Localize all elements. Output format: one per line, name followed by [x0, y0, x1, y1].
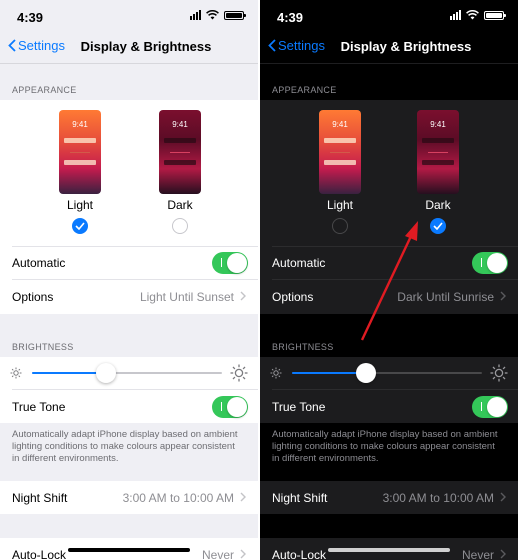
checkmark-icon	[433, 222, 443, 230]
light-unselected-circle[interactable]	[332, 218, 348, 234]
page-title: Display & Brightness	[80, 39, 212, 54]
section-header-brightness: BRIGHTNESS	[272, 342, 334, 352]
automatic-row: Automatic	[0, 246, 258, 279]
chevron-right-icon	[500, 492, 506, 502]
appearance-option-light[interactable]: 9:41 Light	[308, 110, 372, 234]
chevron-right-icon	[240, 549, 246, 559]
options-value: Light Until Sunset	[139, 290, 234, 304]
status-time: 4:39	[17, 10, 44, 25]
brightness-thumb[interactable]	[96, 363, 117, 383]
sun-small-icon	[10, 367, 22, 379]
brightness-fill	[292, 372, 367, 374]
automatic-row: Automatic	[260, 246, 518, 279]
appearance-options: 9:41 Light 9:41 Dark	[0, 100, 258, 246]
section-header-brightness: BRIGHTNESS	[12, 342, 74, 352]
auto-lock-label: Auto-Lock	[272, 548, 327, 560]
options-value: Dark Until Sunrise	[397, 290, 494, 304]
cellular-signal-icon	[450, 10, 461, 20]
auto-lock-value: Never	[461, 548, 494, 560]
section-header-appearance: APPEARANCE	[12, 85, 77, 95]
brightness-thumb[interactable]	[356, 363, 377, 383]
light-mode-preview: 9:41	[59, 110, 101, 194]
section-header-appearance: APPEARANCE	[272, 85, 337, 95]
appearance-label-dark: Dark	[425, 198, 451, 212]
battery-icon	[484, 10, 506, 20]
options-row[interactable]: Options Dark Until Sunrise	[260, 280, 518, 313]
appearance-group: 9:41 Light 9:41 Dark	[260, 100, 518, 314]
dark-mode-panel: 4:39 Settings Display & Brightness APPEA…	[260, 0, 518, 560]
options-row[interactable]: Options Light Until Sunset	[0, 280, 258, 313]
page-title: Display & Brightness	[340, 39, 472, 54]
navigation-bar: Settings Display & Brightness	[260, 30, 518, 64]
chevron-right-icon	[240, 492, 246, 502]
true-tone-footnote: Automatically adapt iPhone display based…	[12, 429, 238, 464]
auto-lock-label: Auto-Lock	[12, 548, 67, 560]
night-shift-group: Night Shift 3:00 AM to 10:00 AM	[260, 481, 518, 514]
chevron-right-icon	[500, 291, 506, 301]
night-shift-value: 3:00 AM to 10:00 AM	[122, 491, 234, 505]
appearance-option-dark[interactable]: 9:41 Dark	[406, 110, 470, 234]
night-shift-row[interactable]: Night Shift 3:00 AM to 10:00 AM	[0, 481, 258, 514]
checkmark-icon	[75, 222, 85, 230]
night-shift-label: Night Shift	[272, 491, 328, 505]
chevron-right-icon	[240, 291, 246, 301]
comparison-screenshot: 4:39 Settings Display & Brightness APPEA…	[0, 0, 519, 560]
chevron-right-icon	[500, 549, 506, 559]
true-tone-row: True Tone	[260, 390, 518, 423]
true-tone-label: True Tone	[272, 400, 326, 414]
status-time: 4:39	[277, 10, 304, 25]
dark-mode-preview: 9:41	[159, 110, 201, 194]
wifi-icon	[206, 10, 219, 20]
sun-large-icon	[230, 364, 248, 382]
brightness-fill	[32, 372, 107, 374]
light-selected-checkmark[interactable]	[72, 218, 88, 234]
night-shift-group: Night Shift 3:00 AM to 10:00 AM	[0, 481, 258, 514]
true-tone-label: True Tone	[12, 400, 66, 414]
appearance-options: 9:41 Light 9:41 Dark	[260, 100, 518, 246]
sun-large-icon	[490, 364, 508, 382]
true-tone-toggle[interactable]	[472, 396, 508, 418]
brightness-group: True Tone	[0, 357, 258, 423]
sun-small-icon	[270, 367, 282, 379]
appearance-group: 9:41 Light 9:41 Dark	[0, 100, 258, 314]
appearance-label-light: Light	[66, 198, 94, 212]
appearance-label-dark: Dark	[167, 198, 193, 212]
night-shift-label: Night Shift	[12, 491, 68, 505]
light-mode-panel: 4:39 Settings Display & Brightness APPEA…	[0, 0, 258, 560]
true-tone-row: True Tone	[0, 390, 258, 423]
appearance-option-light[interactable]: 9:41 Light	[48, 110, 112, 234]
cellular-signal-icon	[190, 10, 201, 20]
status-bar: 4:39	[260, 0, 518, 30]
brightness-slider[interactable]	[0, 357, 258, 389]
true-tone-toggle[interactable]	[212, 396, 248, 418]
light-mode-preview: 9:41	[319, 110, 361, 194]
navigation-bar: Settings Display & Brightness	[0, 30, 258, 64]
options-label: Options	[272, 290, 314, 304]
auto-lock-value: Never	[201, 548, 234, 560]
dark-selected-checkmark[interactable]	[430, 218, 446, 234]
automatic-label: Automatic	[12, 256, 66, 270]
status-bar: 4:39	[0, 0, 258, 30]
home-indicator[interactable]	[68, 548, 190, 552]
home-indicator[interactable]	[328, 548, 450, 552]
automatic-toggle[interactable]	[212, 252, 248, 274]
options-label: Options	[12, 290, 54, 304]
night-shift-value: 3:00 AM to 10:00 AM	[382, 491, 494, 505]
appearance-option-dark[interactable]: 9:41 Dark	[148, 110, 212, 234]
battery-icon	[224, 10, 246, 20]
dark-unselected-circle[interactable]	[172, 218, 188, 234]
brightness-slider[interactable]	[260, 357, 518, 389]
dark-mode-preview: 9:41	[417, 110, 459, 194]
true-tone-footnote: Automatically adapt iPhone display based…	[272, 429, 498, 464]
appearance-label-light: Light	[326, 198, 354, 212]
wifi-icon	[466, 10, 479, 20]
automatic-toggle[interactable]	[472, 252, 508, 274]
brightness-group: True Tone	[260, 357, 518, 423]
night-shift-row[interactable]: Night Shift 3:00 AM to 10:00 AM	[260, 481, 518, 514]
automatic-label: Automatic	[272, 256, 326, 270]
